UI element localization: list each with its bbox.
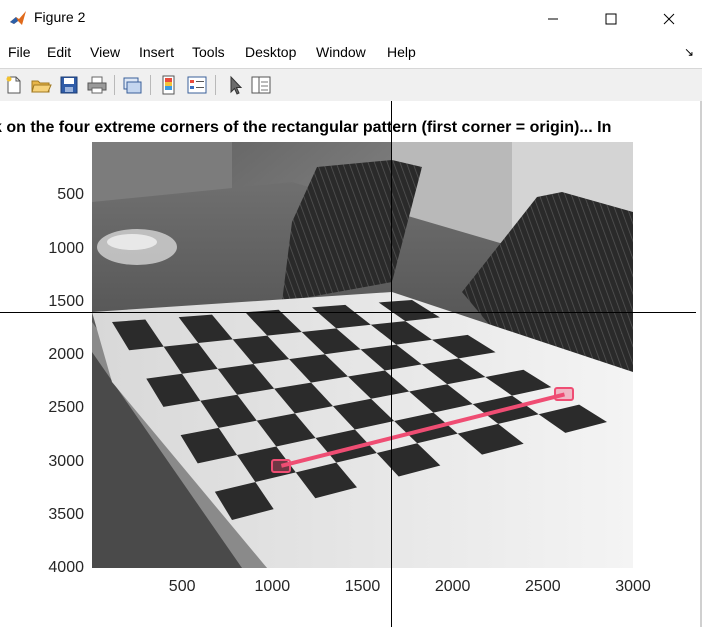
- figure-canvas: k on the four extreme corners of the rec…: [0, 101, 700, 627]
- title-bar: Figure 2: [0, 0, 702, 37]
- x-tick-label: 3000: [615, 578, 651, 595]
- edit-plot-arrow-icon[interactable]: [224, 74, 246, 96]
- minimize-icon: [548, 18, 558, 19]
- crosshair-horizontal: [0, 312, 696, 313]
- crosshair-vertical: [391, 101, 392, 627]
- toolbar-separator: [114, 75, 115, 95]
- menu-file[interactable]: File: [8, 44, 31, 60]
- menu-desktop[interactable]: Desktop: [245, 44, 296, 60]
- x-tick-label: 1000: [254, 578, 291, 595]
- maximize-button[interactable]: [588, 0, 634, 37]
- axes-title: k on the four extreme corners of the rec…: [0, 119, 612, 136]
- maximize-icon: [605, 13, 617, 24]
- corner-point-marker[interactable]: [271, 458, 292, 473]
- y-tick-label: 500: [57, 186, 84, 204]
- menu-help[interactable]: Help: [387, 44, 416, 60]
- toolbar-separator: [215, 75, 216, 95]
- figure-window: Figure 2 File Edit View Insert Tools Des…: [0, 0, 702, 627]
- menu-view[interactable]: View: [90, 44, 120, 60]
- y-tick-label: 2500: [48, 399, 84, 417]
- menu-edit[interactable]: Edit: [47, 44, 71, 60]
- x-tick-label: 500: [168, 578, 196, 595]
- new-figure-icon[interactable]: [3, 74, 25, 96]
- menu-tools[interactable]: Tools: [192, 44, 225, 60]
- dock-figure-icon[interactable]: ↘: [684, 45, 694, 59]
- link-plot-icon[interactable]: [121, 74, 143, 96]
- colorbar-icon[interactable]: [158, 74, 180, 96]
- save-icon[interactable]: [58, 74, 80, 96]
- x-tick-label: 1500: [344, 578, 381, 595]
- x-tick-label: 2000: [434, 578, 471, 595]
- print-icon[interactable]: [86, 74, 108, 96]
- figure-toolbar: [0, 68, 702, 102]
- minimize-button[interactable]: [530, 0, 576, 37]
- open-file-icon[interactable]: [30, 74, 52, 96]
- y-tick-label: 3000: [48, 452, 84, 470]
- corner-point-marker[interactable]: [554, 387, 575, 402]
- x-tick-label: 2500: [525, 578, 561, 595]
- y-tick-label: 1500: [48, 292, 84, 310]
- menu-bar: File Edit View Insert Tools Desktop Wind…: [0, 40, 702, 66]
- selection-line: [280, 392, 565, 468]
- menu-window[interactable]: Window: [316, 44, 366, 60]
- y-tick-label: 3500: [48, 505, 84, 523]
- matlab-logo-icon: [10, 11, 26, 25]
- window-title: Figure 2: [34, 9, 86, 25]
- toolbar-separator: [150, 75, 151, 95]
- menu-insert[interactable]: Insert: [139, 44, 174, 60]
- y-tick-label: 1000: [48, 239, 84, 257]
- property-inspector-icon[interactable]: [250, 74, 272, 96]
- y-tick-label: 2000: [48, 346, 84, 363]
- close-button[interactable]: [646, 0, 692, 37]
- corner-selection-overlay: [280, 392, 565, 468]
- close-icon: [663, 13, 675, 24]
- image-axes[interactable]: [92, 142, 633, 568]
- legend-icon[interactable]: [186, 74, 208, 96]
- y-tick-label: 4000: [48, 559, 84, 576]
